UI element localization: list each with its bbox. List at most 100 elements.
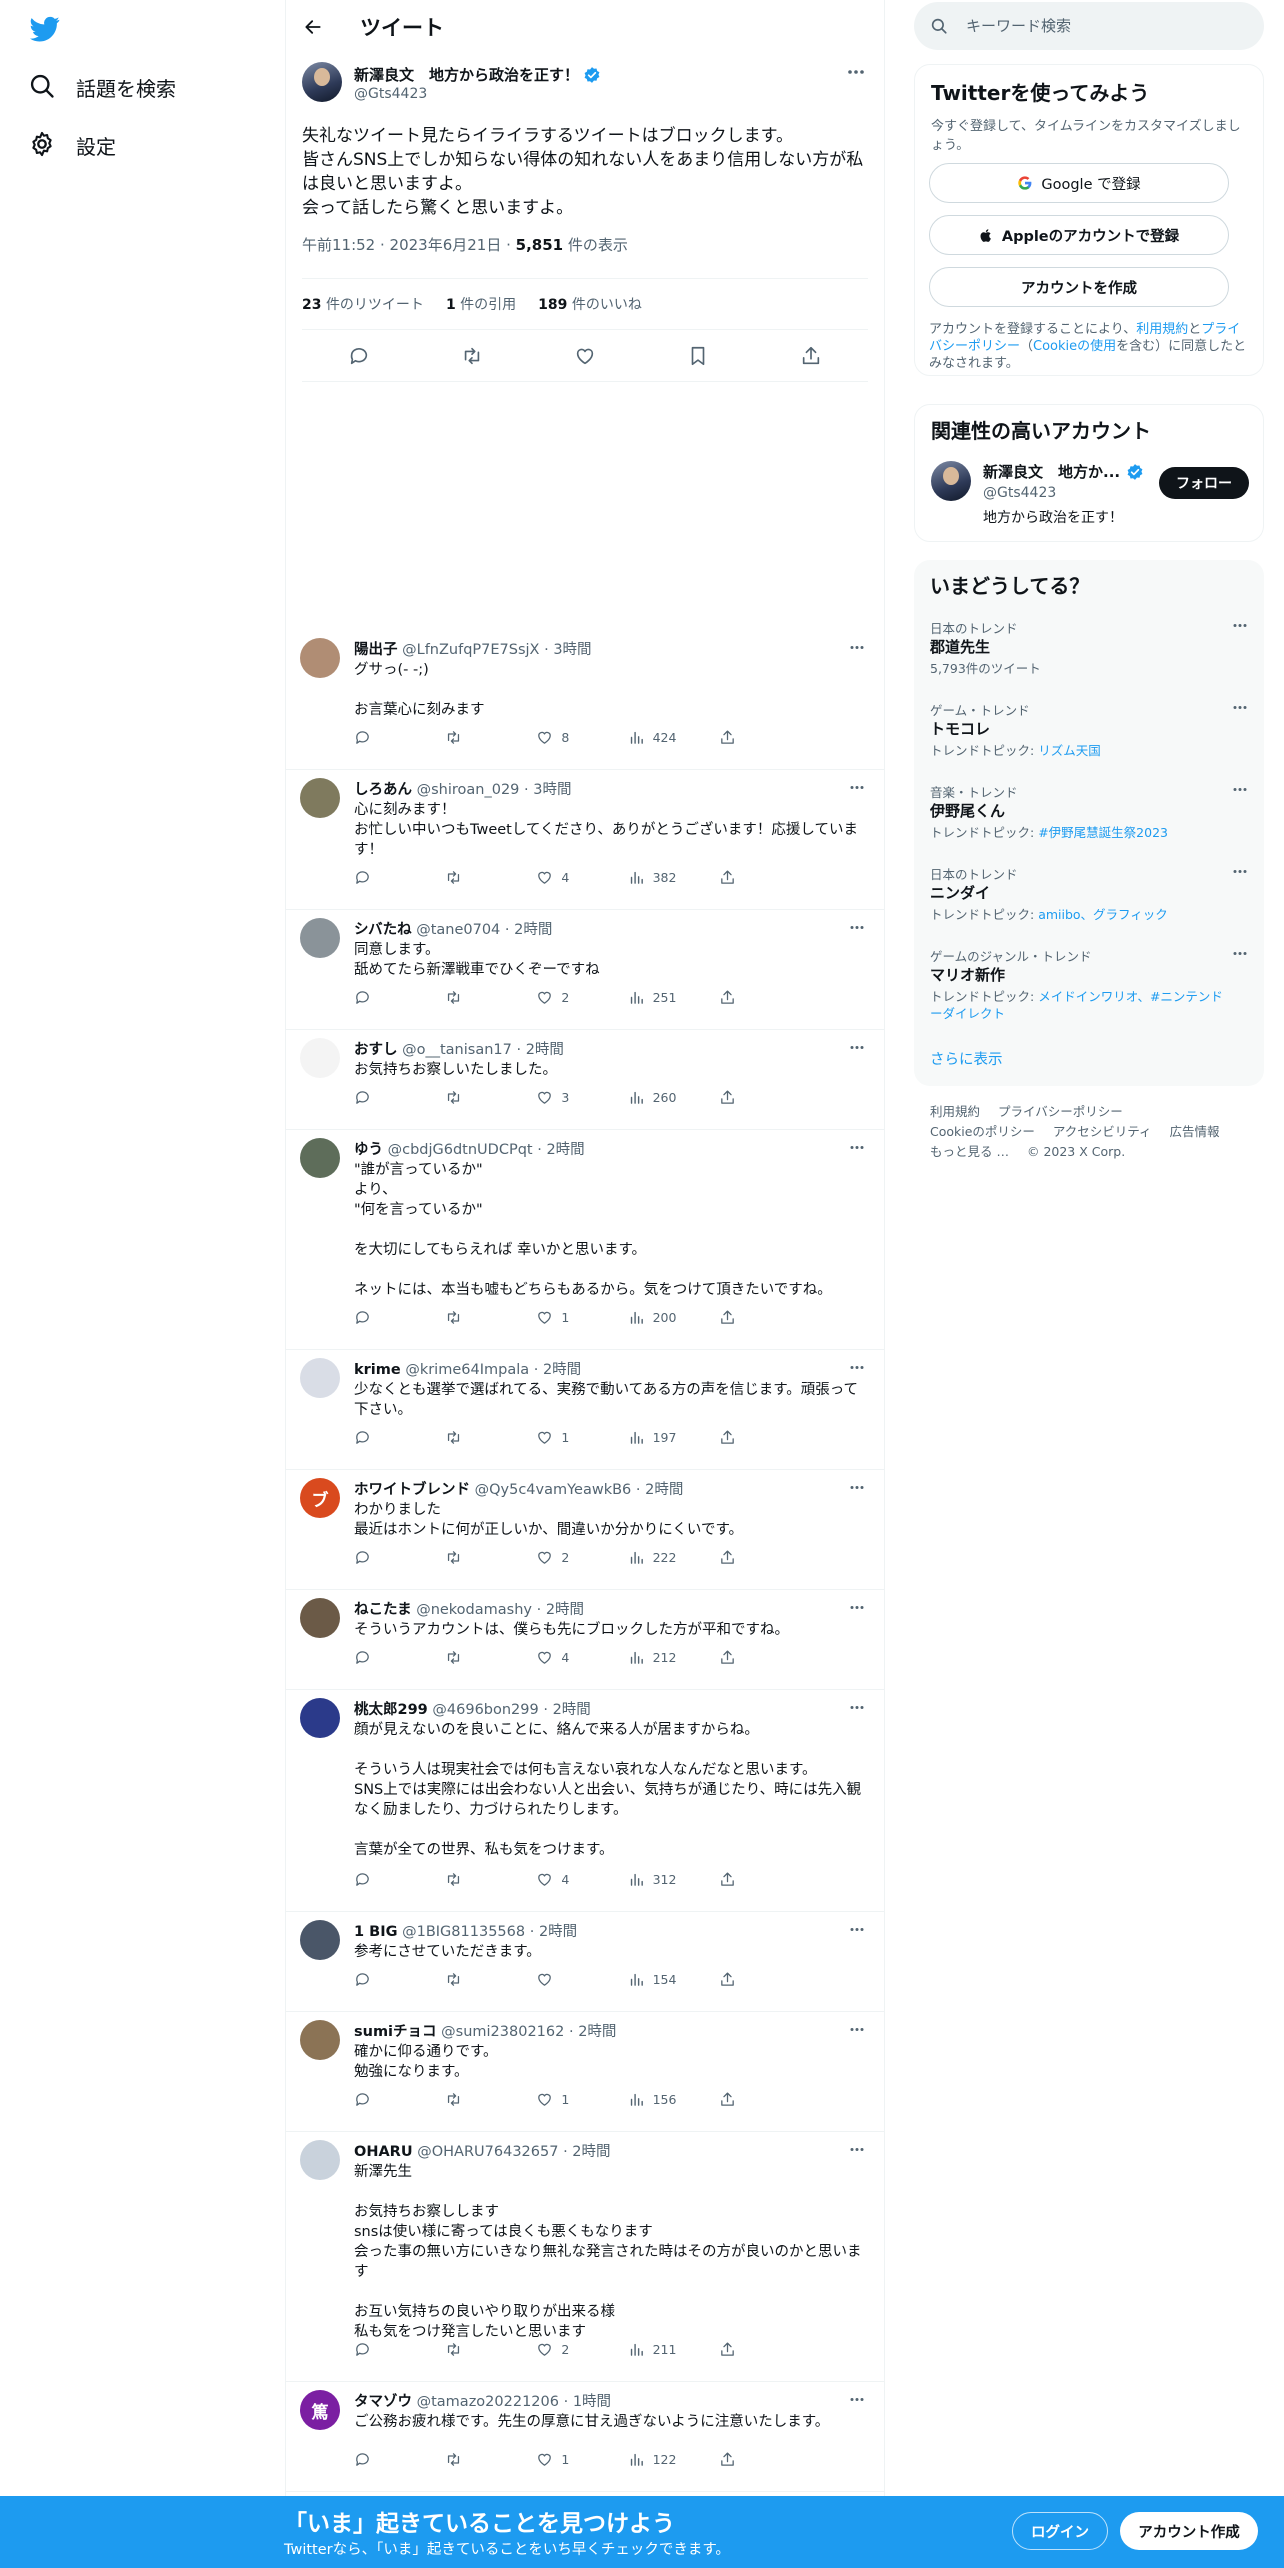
like-button[interactable]: 1 xyxy=(536,1306,627,1328)
like-button[interactable]: 2 xyxy=(536,986,627,1008)
retweet-button[interactable] xyxy=(445,866,536,888)
like-button[interactable]: 4 xyxy=(536,1646,627,1668)
more-options-button[interactable] xyxy=(846,1038,868,1056)
share-button[interactable] xyxy=(719,1426,810,1448)
like-button[interactable]: 2 xyxy=(536,2338,627,2360)
share-button[interactable] xyxy=(719,2088,810,2110)
more-options-button[interactable] xyxy=(846,1478,868,1496)
avatar[interactable] xyxy=(300,1038,340,1078)
retweet-button[interactable] xyxy=(445,1968,536,1990)
like-button[interactable]: 8 xyxy=(536,726,627,748)
retweet-button[interactable] xyxy=(445,1868,536,1890)
reply-author-name[interactable]: おすし xyxy=(354,1042,398,1058)
views-button[interactable]: 382 xyxy=(628,866,719,888)
reply-time[interactable]: 3時間 xyxy=(553,642,591,658)
share-button[interactable] xyxy=(719,1868,810,1890)
retweet-button[interactable] xyxy=(445,1546,536,1568)
signup-button[interactable]: アカウント作成 xyxy=(1120,2512,1258,2550)
more-options-button[interactable] xyxy=(846,638,868,656)
apple-signup-button[interactable]: Appleのアカウントで登録 xyxy=(929,215,1229,255)
reply-author-name[interactable]: タマゾウ xyxy=(354,2394,412,2410)
footer-link[interactable]: アクセシビリティ xyxy=(1053,1124,1152,1139)
bookmark-button[interactable] xyxy=(681,339,715,373)
reply-author-name[interactable]: sumiチョコ xyxy=(354,2024,437,2040)
share-button[interactable] xyxy=(719,1968,810,1990)
reply-time[interactable]: 3時間 xyxy=(533,782,571,798)
related-account-handle[interactable]: @Gts4423 xyxy=(983,485,1056,501)
google-signup-button[interactable]: Google で登録 xyxy=(929,163,1229,203)
reply-tweet[interactable]: ブホワイトブレンド @Qy5c4vamYeawkB6 · 2時間 わかりました 最… xyxy=(286,1470,884,1590)
like-button[interactable]: 2 xyxy=(536,1546,627,1568)
avatar[interactable] xyxy=(300,1920,340,1960)
reply-time[interactable]: 2時間 xyxy=(546,1142,584,1158)
reply-author-name[interactable]: 陽出子 xyxy=(354,642,398,658)
reply-tweet[interactable]: sumiチョコ @sumi23802162 · 2時間 確かに仰る通りです。 勉強… xyxy=(286,2012,884,2132)
retweet-button[interactable] xyxy=(445,726,536,748)
more-options-button[interactable] xyxy=(846,1698,868,1716)
nav-explore[interactable]: 話題を検索 xyxy=(28,64,176,110)
reply-author-name[interactable]: ホワイトブレンド xyxy=(354,1482,470,1498)
views-button[interactable]: 251 xyxy=(628,986,719,1008)
like-stat[interactable]: 189 件のいいね xyxy=(538,294,642,314)
views-button[interactable]: 212 xyxy=(628,1646,719,1668)
reply-author-name[interactable]: しろあん xyxy=(354,782,412,798)
tweet-time[interactable]: 午前11:52 · 2023年6月21日 · xyxy=(302,236,516,254)
reply-author-name[interactable]: ゆう xyxy=(354,1142,383,1158)
reply-author-handle[interactable]: @sumi23802162 xyxy=(441,2024,564,2040)
reply-author-handle[interactable]: @tamazo20221206 xyxy=(417,2394,559,2410)
trend-topic-link[interactable]: #伊野尾慧誕生祭2023 xyxy=(1038,825,1168,840)
trend-item[interactable]: ゲーム・トレンド トモコレ トレンドトピック: リズム天国 xyxy=(914,700,1264,782)
views-button[interactable]: 211 xyxy=(628,2338,719,2360)
share-button[interactable] xyxy=(719,1646,810,1668)
reply-button[interactable] xyxy=(354,2448,445,2470)
quote-stat[interactable]: 1 件の引用 xyxy=(446,294,516,314)
more-options-button[interactable] xyxy=(846,778,868,796)
like-button[interactable]: 4 xyxy=(536,866,627,888)
search-input[interactable] xyxy=(966,17,1246,35)
reply-tweet[interactable]: 篤タマゾウ @tamazo20221206 · 1時間 ご公務お疲れ様です。先生の… xyxy=(286,2382,884,2492)
like-button[interactable]: 1 xyxy=(536,2448,627,2470)
avatar[interactable] xyxy=(300,2140,340,2180)
reply-author-name[interactable]: krime xyxy=(354,1362,401,1378)
avatar[interactable]: ブ xyxy=(300,1478,340,1518)
reply-button[interactable] xyxy=(354,1426,445,1448)
reply-time[interactable]: 2時間 xyxy=(514,922,552,938)
reply-author-handle[interactable]: @tane0704 xyxy=(416,922,500,938)
views-button[interactable]: 156 xyxy=(628,2088,719,2110)
reply-button[interactable] xyxy=(354,1086,445,1108)
share-button[interactable] xyxy=(794,339,828,373)
more-options-button[interactable] xyxy=(1230,700,1250,714)
more-options-button[interactable] xyxy=(1230,782,1250,796)
terms-link[interactable]: 利用規約 xyxy=(1136,322,1188,337)
footer-link[interactable]: プライバシーポリシー xyxy=(998,1104,1123,1119)
reply-tweet[interactable]: ねこたま @nekodamashy · 2時間 そういうアカウントは、僕らも先にブ… xyxy=(286,1590,884,1690)
more-options-button[interactable] xyxy=(846,2140,868,2158)
views-button[interactable]: 200 xyxy=(628,1306,719,1328)
reply-button[interactable] xyxy=(354,2088,445,2110)
reply-author-handle[interactable]: @shiroan_029 xyxy=(417,782,520,798)
reply-author-name[interactable]: 1 BIG xyxy=(354,1924,398,1940)
reply-button[interactable] xyxy=(354,986,445,1008)
more-options-button[interactable] xyxy=(1230,618,1250,632)
reply-button[interactable] xyxy=(354,726,445,748)
author-handle[interactable]: @Gts4423 xyxy=(354,86,427,102)
retweet-button[interactable] xyxy=(445,1646,536,1668)
reply-author-name[interactable]: ねこたま xyxy=(354,1602,412,1618)
reply-tweet[interactable]: 陽出子 @LfnZufqP7E7SsjX · 3時間 グサっ(- -;) お言葉心… xyxy=(286,630,884,770)
avatar[interactable] xyxy=(931,461,971,501)
views-button[interactable]: 222 xyxy=(628,1546,719,1568)
reply-author-handle[interactable]: @1BIG81135568 xyxy=(402,1924,525,1940)
reply-button[interactable] xyxy=(354,1306,445,1328)
reply-time[interactable]: 2時間 xyxy=(543,1362,581,1378)
views-button[interactable]: 122 xyxy=(628,2448,719,2470)
more-options-button[interactable] xyxy=(846,1138,868,1156)
reply-button[interactable] xyxy=(342,339,376,373)
reply-author-name[interactable]: OHARU xyxy=(354,2144,413,2160)
like-button[interactable]: 1 xyxy=(536,2088,627,2110)
retweet-button[interactable] xyxy=(445,1086,536,1108)
views-button[interactable]: 424 xyxy=(628,726,719,748)
share-button[interactable] xyxy=(719,986,810,1008)
more-options-button[interactable] xyxy=(1230,946,1250,960)
reply-time[interactable]: 2時間 xyxy=(526,1042,564,1058)
more-options-button[interactable] xyxy=(846,1920,868,1938)
